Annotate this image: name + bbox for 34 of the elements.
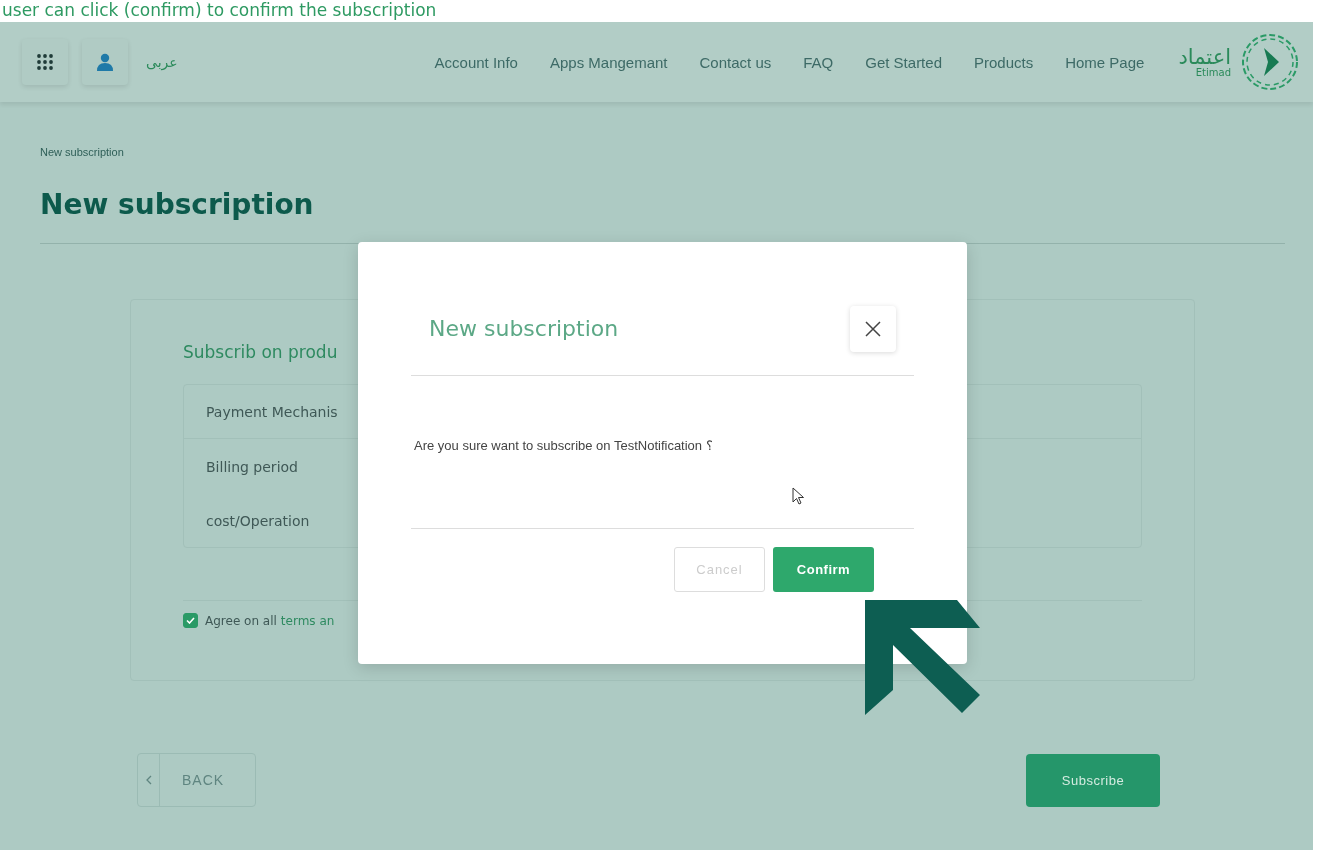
- page-title: New subscription: [40, 188, 315, 221]
- logo-arabic-text: اعتماد: [1178, 46, 1231, 68]
- grid-icon: [37, 54, 53, 70]
- nav-link[interactable]: Contact us: [699, 53, 772, 71]
- check-icon: [186, 617, 195, 624]
- back-button[interactable]: BACK: [137, 753, 256, 807]
- subscribe-button[interactable]: Subscribe: [1026, 753, 1160, 807]
- table-cell: cost/Operation: [206, 513, 310, 529]
- nav-link[interactable]: Account Info: [434, 53, 518, 71]
- terms-link[interactable]: terms an: [280, 613, 335, 628]
- logo-emblem-icon: [1239, 31, 1301, 93]
- agree-checkbox[interactable]: [183, 613, 198, 628]
- nav-link[interactable]: Apps Mangemant: [549, 53, 668, 71]
- chevron-left-icon: [145, 775, 152, 785]
- language-link[interactable]: عربى: [146, 54, 178, 70]
- apps-grid-button[interactable]: [22, 39, 68, 85]
- nav-link[interactable]: Get Started: [865, 53, 942, 71]
- table-cell: Billing period: [206, 459, 298, 475]
- dialog-message: Are you sure want to subscribe on TestNotification ؟: [414, 438, 714, 453]
- card-heading: Subscrib on produ: [183, 342, 339, 362]
- nav-link[interactable]: Products: [974, 53, 1034, 71]
- breadcrumb[interactable]: New subscription: [40, 146, 1285, 158]
- logo-text: Etimad: [1195, 67, 1231, 78]
- nav-link[interactable]: Home Page: [1065, 53, 1145, 71]
- confirm-button[interactable]: Confirm: [773, 547, 874, 592]
- dialog-title: New subscription: [429, 316, 619, 341]
- mouse-cursor-icon: [792, 487, 805, 506]
- close-button[interactable]: [850, 305, 896, 352]
- table-cell: Payment Mechanis: [206, 403, 338, 420]
- user-button[interactable]: [82, 39, 128, 85]
- agree-label: Agree on all: [205, 613, 277, 628]
- user-icon: [97, 53, 113, 71]
- nav-link[interactable]: FAQ: [803, 53, 834, 71]
- close-icon: [865, 320, 881, 337]
